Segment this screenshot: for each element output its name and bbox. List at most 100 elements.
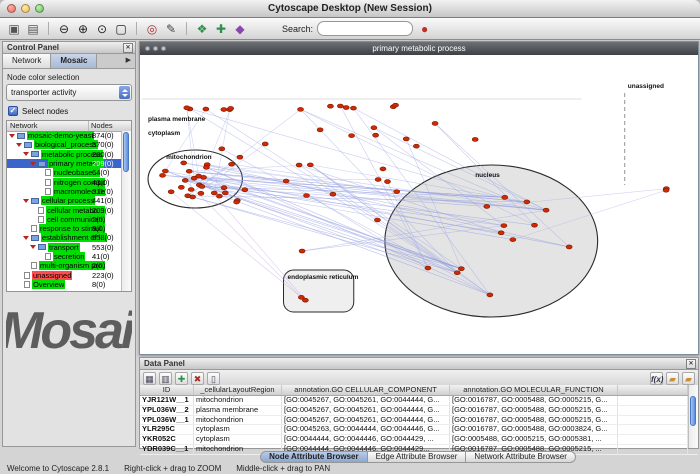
table-cell-blank[interactable] [618,416,688,425]
table-cell-component[interactable]: [GO:0045267, GO:0045261, GO:0044444, G..… [282,406,450,415]
data-panel-close-icon[interactable]: ✕ [686,359,696,369]
tab-mosaic[interactable]: Mosaic [51,54,97,68]
table-column-header[interactable]: annotation.GO MOLECULAR_FUNCTION [450,385,618,395]
tab-node-attribute-browser[interactable]: Node Attribute Browser [260,451,368,463]
network-canvas[interactable]: plasma membranecytoplasmmitochondrionnuc… [140,55,698,354]
tree-scrollbar-thumb[interactable] [123,132,129,172]
search-input[interactable] [317,21,413,36]
table-cell-function[interactable]: [GO:0016787, GO:0005488, GO:0005215, G..… [450,416,618,425]
tree-item[interactable]: cellular metabo...209(0) [7,205,122,214]
tree-item[interactable]: multi-organism pro...2(0) [7,261,122,270]
table-cell-region[interactable]: mitochondrion [194,396,282,405]
zoom-window-icon[interactable] [35,4,44,13]
print-icon[interactable]: ▤ [25,21,41,37]
table-cell-function[interactable]: [GO:0005488, GO:0005215, GO:0005381, ... [450,435,618,444]
table-cell-function[interactable]: [GO:0016787, GO:0005488, GO:0003824, G..… [450,425,618,434]
table-cell-component[interactable]: [GO:0045267, GO:0045261, GO:0044444, G..… [282,396,450,405]
columns-icon[interactable]: ▥ [159,372,172,385]
tree-item[interactable]: biological_process570(0) [7,140,122,149]
annotation-icon[interactable]: ✎ [163,21,179,37]
tree-item[interactable]: secretion41(0) [7,252,122,261]
table-column-header[interactable] [618,385,688,395]
table-scrollbar[interactable] [688,385,698,448]
table-cell-blank[interactable] [618,425,688,434]
table-cell-component[interactable]: [GO:0045267, GO:0045261, GO:0044444, G..… [282,416,450,425]
table-cell-region[interactable]: mitochondrion [194,416,282,425]
tree-item[interactable]: primary metab...209(0) [7,159,122,168]
tab-network-attribute-browser[interactable]: Network Attribute Browser [466,451,575,463]
tree-item[interactable]: macromolecule...311(0) [7,187,122,196]
open-folder-icon[interactable]: ▰ [666,372,679,385]
formula-icon[interactable]: f(x) [650,372,663,385]
tree-item[interactable]: establishment of l...558(0) [7,233,122,242]
new-attribute-icon[interactable]: ✚ [175,372,188,385]
save-folder-icon[interactable]: ▰ [682,372,695,385]
network-view-titlebar[interactable]: primary metabolic process [140,42,698,55]
table-cell-component[interactable]: [GO:0045263, GO:0044444, GO:0044446, G..… [282,425,450,434]
tree-item[interactable]: transport553(0) [7,243,122,252]
table-cell-id[interactable]: YJR121W__1 [140,396,194,405]
delete-attribute-icon[interactable]: ✖ [191,372,204,385]
expander-icon[interactable] [23,152,29,156]
snapshot-icon[interactable]: ◎ [144,21,160,37]
table-cell-id[interactable]: YKR052C [140,435,194,444]
table-icon[interactable]: ▦ [143,372,156,385]
zoom-fit-icon[interactable]: ▢ [113,21,129,37]
zoom-in-icon[interactable]: ⊕ [75,21,91,37]
table-cell-blank[interactable] [618,435,688,444]
table-row[interactable]: YJR121W__1mitochondrion[GO:0045267, GO:0… [140,396,698,406]
expander-icon[interactable] [16,143,22,147]
plugins-icon[interactable]: ● [421,22,428,36]
tree-item[interactable]: Overview8(0) [7,280,122,289]
control-panel-close-icon[interactable]: ✕ [123,43,133,53]
table-row[interactable]: YLR295Ccytoplasm[GO:0045263, GO:0044444,… [140,425,698,435]
table-row[interactable]: YKR052Ccytoplasm[GO:0044444, GO:0044446,… [140,435,698,445]
table-cell-function[interactable]: [GO:0016787, GO:0005488, GO:0005215, G..… [450,396,618,405]
close-window-icon[interactable] [7,4,16,13]
table-column-header[interactable]: ID [140,385,194,395]
table-cell-id[interactable]: YPL036W__2 [140,406,194,415]
expander-icon[interactable] [9,134,15,138]
tree-item[interactable]: unassigned223(0) [7,270,122,279]
node-color-select[interactable]: transporter activity [6,84,132,101]
frame-window-dots-icon[interactable] [145,46,166,51]
expander-icon[interactable] [30,245,36,249]
new-network-icon[interactable]: ✚ [213,21,229,37]
minimize-window-icon[interactable] [21,4,30,13]
tree-item[interactable]: metabolic process280(0) [7,150,122,159]
window-titlebar[interactable]: Cytoscape Desktop (New Session) [0,0,700,18]
tree-item[interactable]: nucleobase...64(0) [7,168,122,177]
tab-network[interactable]: Network [3,54,51,68]
first-neighbors-icon[interactable]: ❖ [194,21,210,37]
table-cell-region[interactable]: plasma membrane [194,406,282,415]
tree-item[interactable]: cell communicati...2(0) [7,215,122,224]
tab-overflow-icon[interactable]: ▶ [122,54,135,68]
tree-scrollbar[interactable] [121,131,131,291]
table-cell-blank[interactable] [618,406,688,415]
zoom-selected-icon[interactable]: ⊙ [94,21,110,37]
select-nodes-checkbox[interactable]: ✓ [8,106,18,116]
table-column-header[interactable]: annotation.GO CELLULAR_COMPONENT [282,385,450,395]
table-cell-region[interactable]: cytoplasm [194,435,282,444]
expander-icon[interactable] [23,199,29,203]
table-cell-region[interactable]: cytoplasm [194,425,282,434]
tree-item[interactable]: nitrogen compo...43(0) [7,177,122,186]
expander-icon[interactable] [23,236,29,240]
table-cell-function[interactable]: [GO:0016787, GO:0005488, GO:0005215, G..… [450,406,618,415]
tab-edge-attribute-browser[interactable]: Edge Attribute Browser [368,451,467,463]
vizmapper-icon[interactable]: ◆ [232,21,248,37]
table-column-header[interactable]: _cellularLayoutRegion [194,385,282,395]
zoom-out-icon[interactable]: ⊖ [56,21,72,37]
tree-item[interactable]: response to stimul...8(0) [7,224,122,233]
table-cell-component[interactable]: [GO:0044444, GO:0044446, GO:0044429, ... [282,435,450,444]
tree-item[interactable]: mosaic-demo-yeast874(0) [7,131,122,140]
trash-icon[interactable]: ▯ [207,372,220,385]
table-row[interactable]: YPL036W__2plasma membrane[GO:0045267, GO… [140,406,698,416]
table-cell-id[interactable]: YPL036W__1 [140,416,194,425]
tree-item[interactable]: cellular process441(0) [7,196,122,205]
table-cell-blank[interactable] [618,396,688,405]
table-scrollbar-thumb[interactable] [690,396,696,426]
table-row[interactable]: YPL036W__1mitochondrion[GO:0045267, GO:0… [140,416,698,426]
table-cell-id[interactable]: YLR295C [140,425,194,434]
console-icon[interactable]: ▣ [6,21,22,37]
